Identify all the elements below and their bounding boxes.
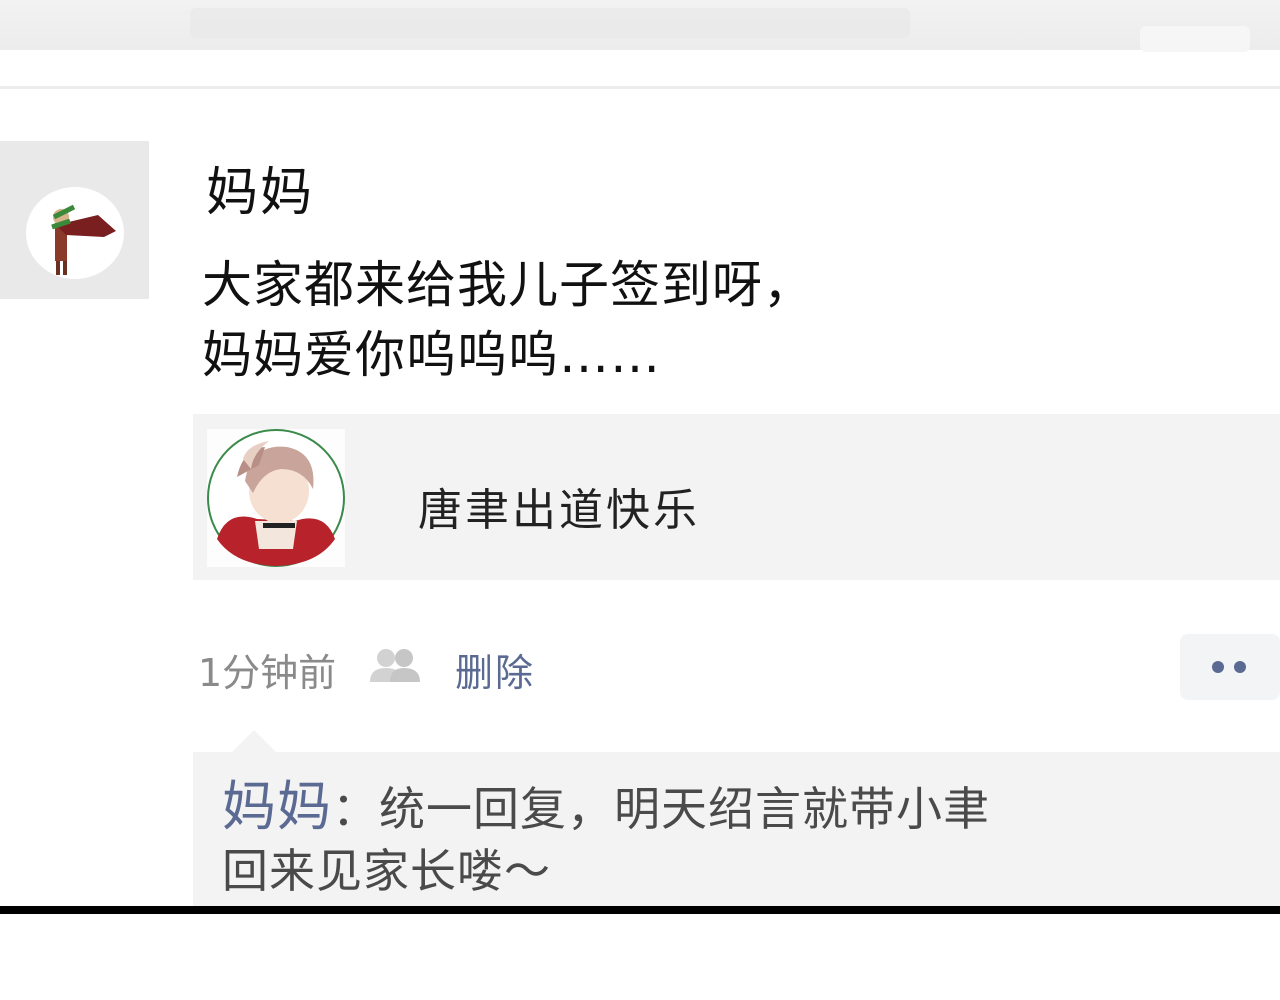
more-options-button[interactable] — [1180, 634, 1280, 700]
post-text: 大家都来给我儿子签到呀， 妈妈爱你呜呜呜…… — [202, 256, 814, 384]
post-timestamp: 1分钟前 — [198, 651, 337, 695]
comment-pointer — [232, 730, 276, 752]
avatar-figure-icon — [51, 204, 116, 275]
top-blurred-strip — [0, 0, 1280, 52]
blurred-header-bar — [190, 8, 910, 38]
shared-title: 唐聿出道快乐 — [418, 485, 700, 536]
delete-link[interactable]: 删除 — [455, 642, 535, 697]
more-dot-icon — [1234, 661, 1246, 673]
section-divider — [0, 86, 1280, 89]
comment-separator: ： — [332, 782, 379, 836]
more-dot-icon — [1212, 661, 1224, 673]
avatar-circle — [26, 187, 124, 279]
comment-author[interactable]: 妈妈 — [222, 775, 332, 838]
friends-visibility-icon[interactable] — [368, 646, 424, 684]
shared-link-card[interactable]: 唐聿出道快乐 — [193, 414, 1280, 580]
blurred-header-button — [1140, 26, 1250, 52]
bottom-border — [0, 906, 1280, 914]
poster-avatar[interactable] — [0, 141, 149, 299]
comment: 妈妈：统一回复，明天绍言就带小聿 回来见家长喽～ — [222, 776, 990, 902]
shared-thumbnail — [207, 429, 345, 567]
poster-name[interactable]: 妈妈 — [206, 150, 314, 225]
anime-avatar-icon — [207, 429, 345, 567]
